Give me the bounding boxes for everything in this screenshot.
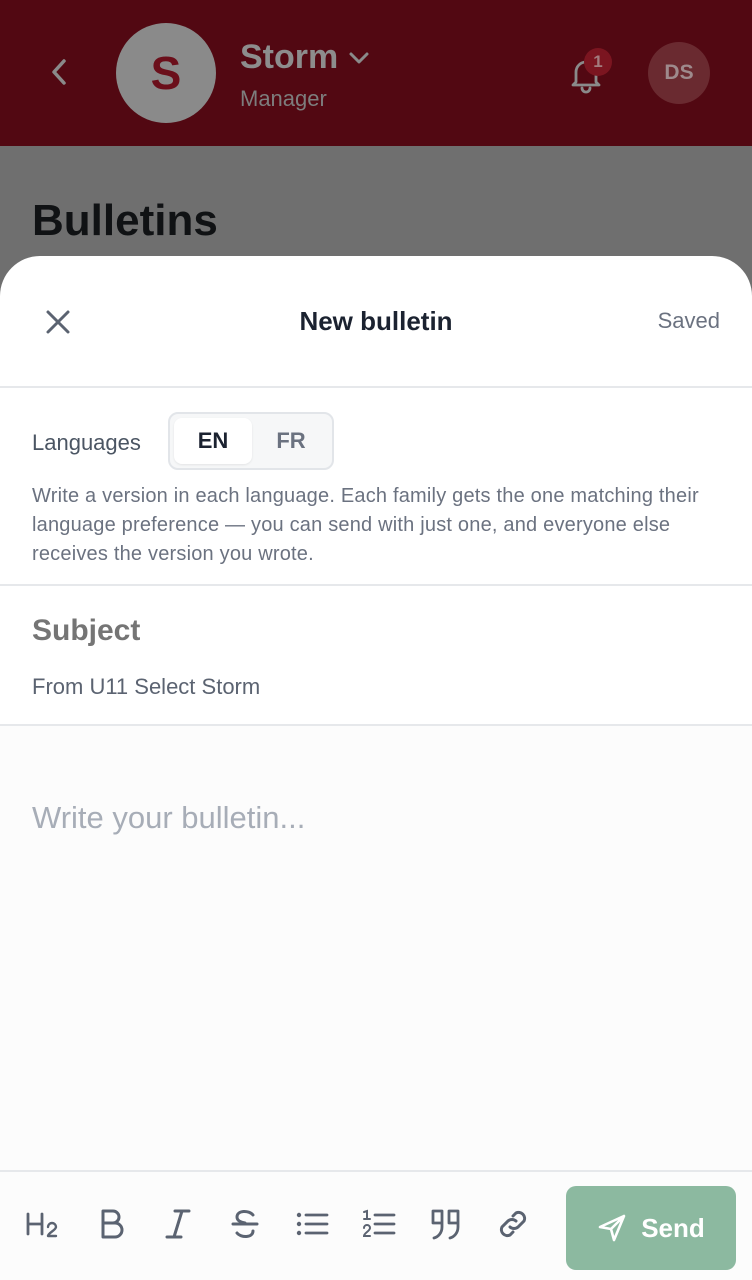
italic-button[interactable]: [156, 1202, 200, 1246]
team-initial: S: [150, 47, 182, 99]
app-header: S Storm Manager 1 DS: [0, 0, 752, 146]
new-bulletin-sheet: New bulletin Saved Languages EN FR Write…: [0, 256, 752, 1280]
strikethrough-button[interactable]: [223, 1202, 267, 1246]
bulletin-body-editor[interactable]: Write your bulletin...: [0, 726, 752, 1170]
language-toggle: EN FR: [168, 412, 334, 470]
subject-section: From U11 Select Storm: [0, 586, 752, 726]
numbered-list-icon: [362, 1209, 396, 1237]
strikethrough-icon: [231, 1210, 259, 1238]
language-option-en[interactable]: EN: [174, 418, 252, 464]
back-icon: [52, 59, 66, 85]
quote-button[interactable]: [424, 1202, 468, 1246]
numbered-list-button[interactable]: [357, 1202, 401, 1246]
team-role: Manager: [240, 86, 327, 111]
quote-icon: [431, 1209, 460, 1240]
page-title: Bulletins: [32, 196, 218, 245]
notification-badge: 1: [584, 48, 612, 76]
body-placeholder: Write your bulletin...: [32, 800, 306, 835]
languages-label: Languages: [32, 430, 141, 455]
italic-icon: [165, 1209, 191, 1239]
language-option-fr[interactable]: FR: [252, 418, 330, 464]
subject-from-text: From U11 Select Storm: [32, 674, 261, 699]
languages-section: Languages EN FR Write a version in each …: [0, 388, 752, 586]
heading-icon: [26, 1212, 58, 1238]
bold-button[interactable]: [90, 1202, 134, 1246]
bullet-list-button[interactable]: [290, 1202, 334, 1246]
bullet-list-icon: [296, 1212, 329, 1236]
team-switcher[interactable]: Storm: [240, 38, 370, 77]
send-icon: [598, 1214, 626, 1242]
subject-input[interactable]: [32, 614, 712, 648]
send-button[interactable]: Send: [566, 1186, 736, 1270]
heading-button[interactable]: [22, 1202, 66, 1246]
chevron-down-icon: [349, 52, 369, 63]
user-avatar[interactable]: DS: [648, 42, 710, 104]
formatting-toolbar: Send: [0, 1170, 752, 1280]
link-button[interactable]: [491, 1202, 535, 1246]
back-button[interactable]: [40, 52, 80, 92]
team-avatar[interactable]: S: [116, 23, 216, 123]
languages-help-text: Write a version in each language. Each f…: [32, 485, 699, 565]
save-status: Saved: [657, 308, 720, 333]
team-name: Storm: [240, 38, 339, 76]
bold-icon: [101, 1209, 124, 1239]
link-icon: [499, 1210, 527, 1238]
send-label: Send: [641, 1212, 705, 1243]
sheet-header: New bulletin Saved: [0, 256, 752, 388]
sheet-title: New bulletin: [299, 306, 453, 336]
